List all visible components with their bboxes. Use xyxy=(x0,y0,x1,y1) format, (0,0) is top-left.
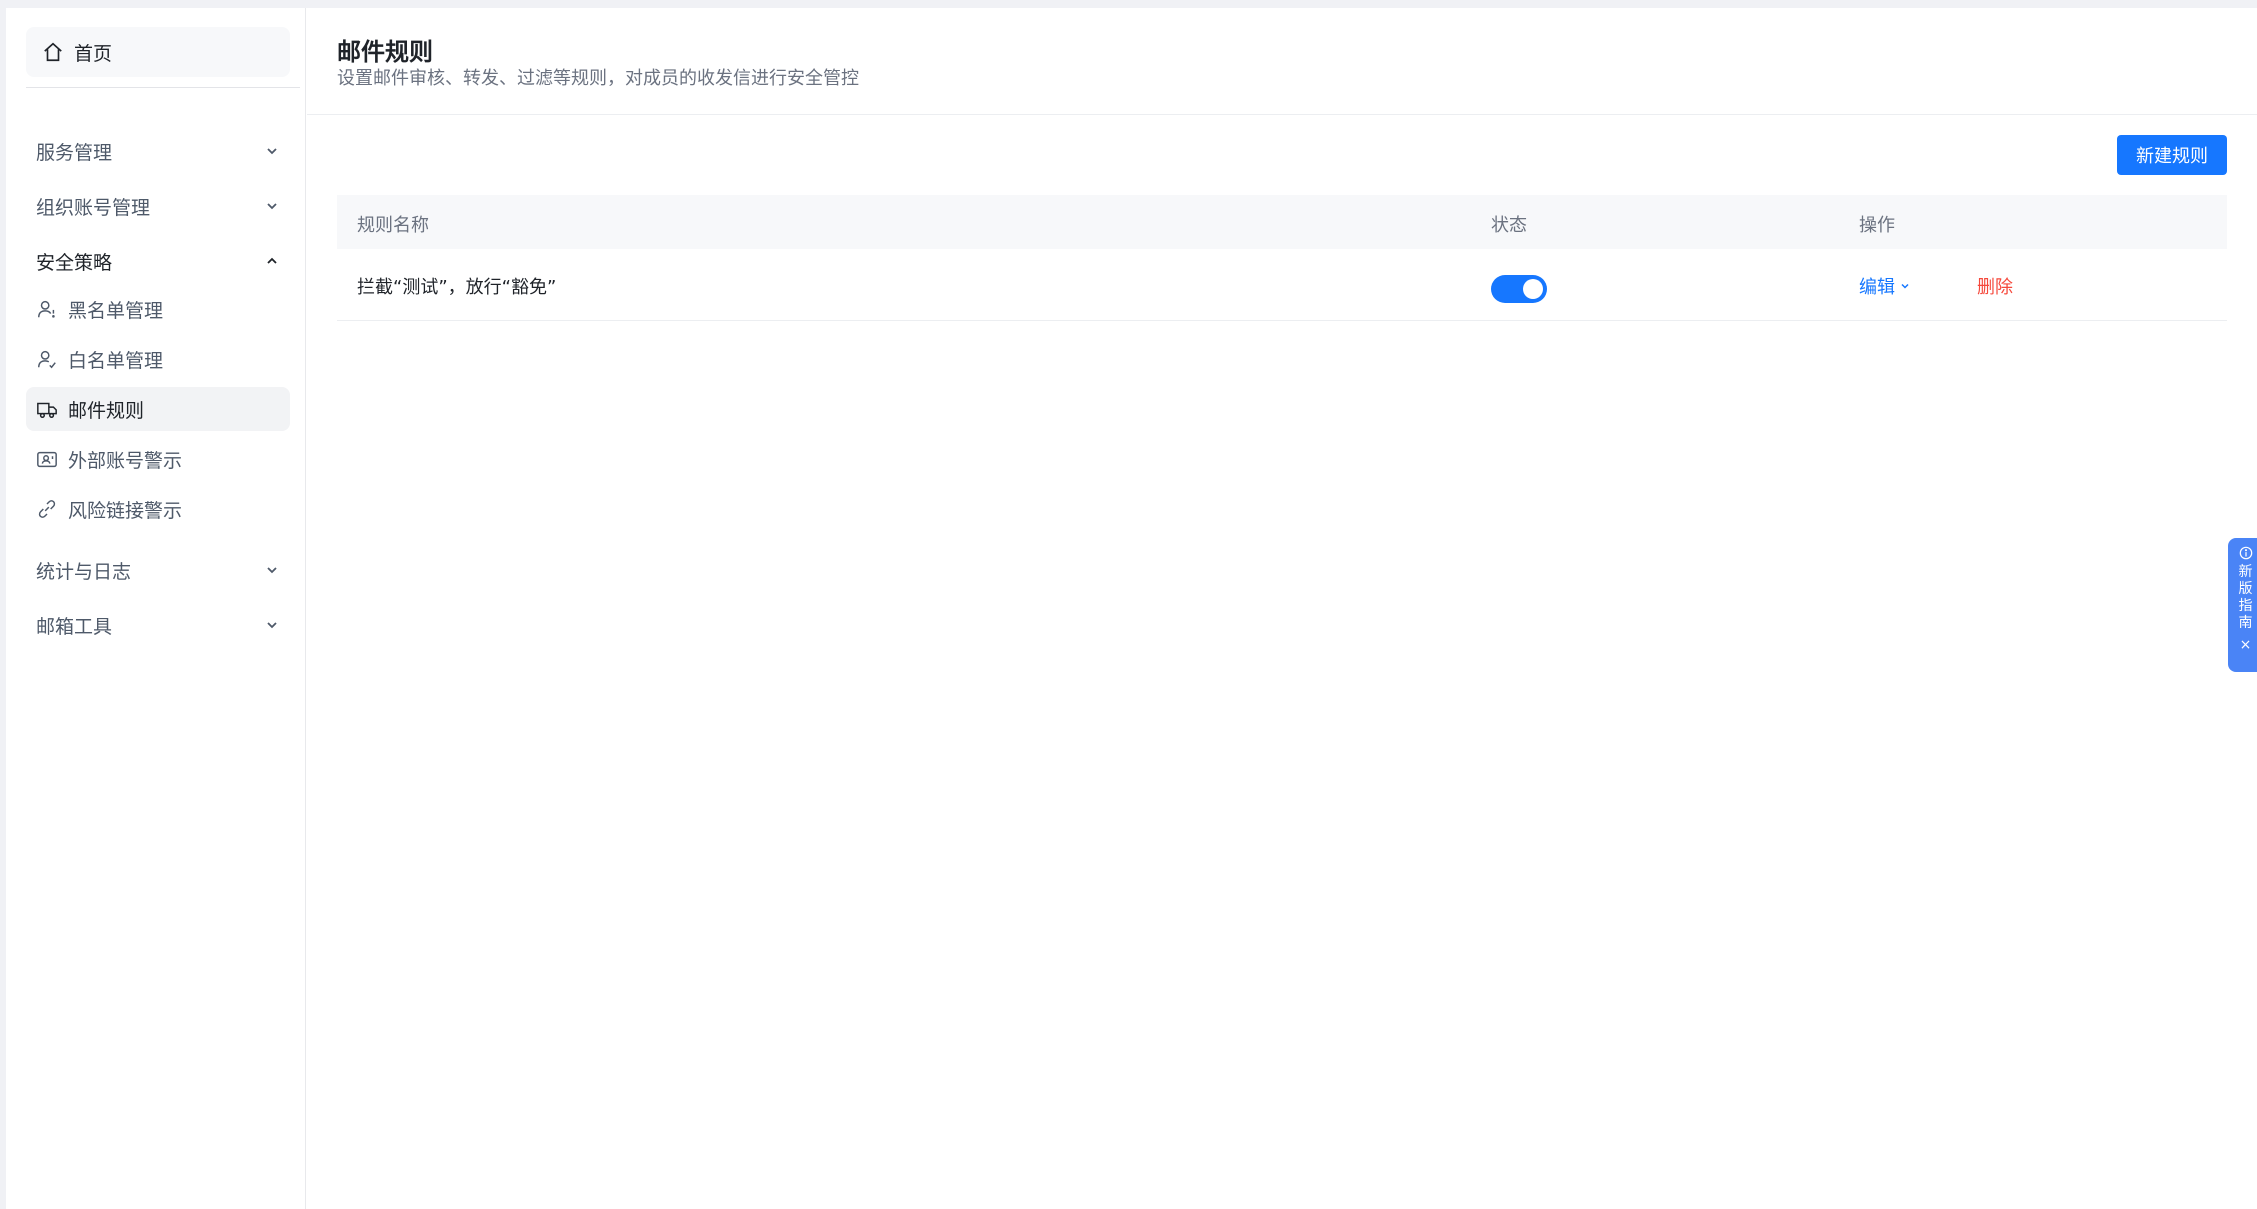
chevron-down-icon xyxy=(1901,283,1909,289)
table-row: 拦截“测试”，放行“豁免” 编辑 删除 xyxy=(337,249,2227,321)
guide-label: 新版指南 xyxy=(2238,564,2253,631)
sidebar-item-blacklist[interactable]: 黑名单管理 xyxy=(26,287,290,331)
column-header-name: 规则名称 xyxy=(357,215,429,236)
sidebar-item-external-warning[interactable]: 外部账号警示 xyxy=(26,437,290,481)
sidebar-item-risk-link[interactable]: 风险链接警示 xyxy=(26,487,290,531)
sidebar-item-label: 邮件规则 xyxy=(68,399,145,422)
truck-icon xyxy=(37,402,57,418)
sidebar-divider xyxy=(26,87,300,88)
toggle-knob xyxy=(1523,279,1543,299)
column-header-actions: 操作 xyxy=(1859,215,1895,236)
app-window: 首页 服务管理 组织账号管理 安全策略 黑名单管理 白名单管理 邮件规则 外部账… xyxy=(6,8,2257,1209)
sidebar-group-label: 安全策略 xyxy=(36,251,113,274)
sidebar-item-whitelist[interactable]: 白名单管理 xyxy=(26,337,290,381)
rules-table: 规则名称 状态 操作 拦截“测试”，放行“豁免” 编辑 删除 xyxy=(337,195,2227,321)
sidebar-group-label: 服务管理 xyxy=(36,141,113,164)
sidebar-item-label: 白名单管理 xyxy=(68,349,164,372)
sidebar-group-label: 组织账号管理 xyxy=(36,196,151,219)
sidebar: 首页 服务管理 组织账号管理 安全策略 黑名单管理 白名单管理 邮件规则 外部账… xyxy=(6,8,306,1209)
sidebar-group-stats[interactable]: 统计与日志 xyxy=(26,545,290,595)
chevron-up-icon xyxy=(267,257,277,264)
user-block-icon xyxy=(38,300,55,318)
table-header: 规则名称 状态 操作 xyxy=(337,195,2227,249)
rule-name: 拦截“测试”，放行“豁免” xyxy=(357,277,557,298)
sidebar-group-tools[interactable]: 邮箱工具 xyxy=(26,600,290,650)
sidebar-group-org[interactable]: 组织账号管理 xyxy=(26,181,290,231)
link-icon xyxy=(38,500,56,518)
sidebar-item-label: 外部账号警示 xyxy=(68,449,183,472)
chevron-down-icon xyxy=(267,148,277,155)
info-icon xyxy=(2239,546,2252,560)
column-header-status: 状态 xyxy=(1491,215,1527,236)
sidebar-item-home[interactable]: 首页 xyxy=(26,27,290,77)
sidebar-group-security[interactable]: 安全策略 xyxy=(26,236,290,286)
sidebar-group-label: 邮箱工具 xyxy=(36,615,113,638)
new-rule-button[interactable]: 新建规则 xyxy=(2117,135,2227,175)
page-header: 邮件规则 设置邮件审核、转发、过滤等规则，对成员的收发信进行安全管控 xyxy=(307,8,2257,115)
sidebar-item-mail-rules[interactable]: 邮件规则 xyxy=(26,387,290,431)
id-card-icon xyxy=(37,451,57,468)
status-toggle[interactable] xyxy=(1491,275,1547,303)
sidebar-item-label: 风险链接警示 xyxy=(68,499,183,522)
edit-label: 编辑 xyxy=(1859,277,1895,298)
chevron-down-icon xyxy=(267,203,277,210)
sidebar-item-label: 黑名单管理 xyxy=(68,299,164,322)
sidebar-item-label: 首页 xyxy=(74,42,113,65)
page-description: 设置邮件审核、转发、过滤等规则，对成员的收发信进行安全管控 xyxy=(337,68,859,89)
page-title: 邮件规则 xyxy=(337,38,433,66)
main-content: 邮件规则 设置邮件审核、转发、过滤等规则，对成员的收发信进行安全管控 新建规则 … xyxy=(307,8,2257,1209)
sidebar-group-label: 统计与日志 xyxy=(36,560,132,583)
edit-dropdown[interactable]: 编辑 xyxy=(1859,273,1911,299)
chevron-down-icon xyxy=(267,567,277,574)
sidebar-group-service[interactable]: 服务管理 xyxy=(26,126,290,176)
home-icon xyxy=(44,42,62,62)
user-check-icon xyxy=(38,350,56,369)
close-icon[interactable]: × xyxy=(2240,638,2252,652)
chevron-down-icon xyxy=(267,622,277,629)
delete-link[interactable]: 删除 xyxy=(1977,273,2013,299)
new-guide-tab[interactable]: 新版指南 × xyxy=(2228,538,2257,672)
